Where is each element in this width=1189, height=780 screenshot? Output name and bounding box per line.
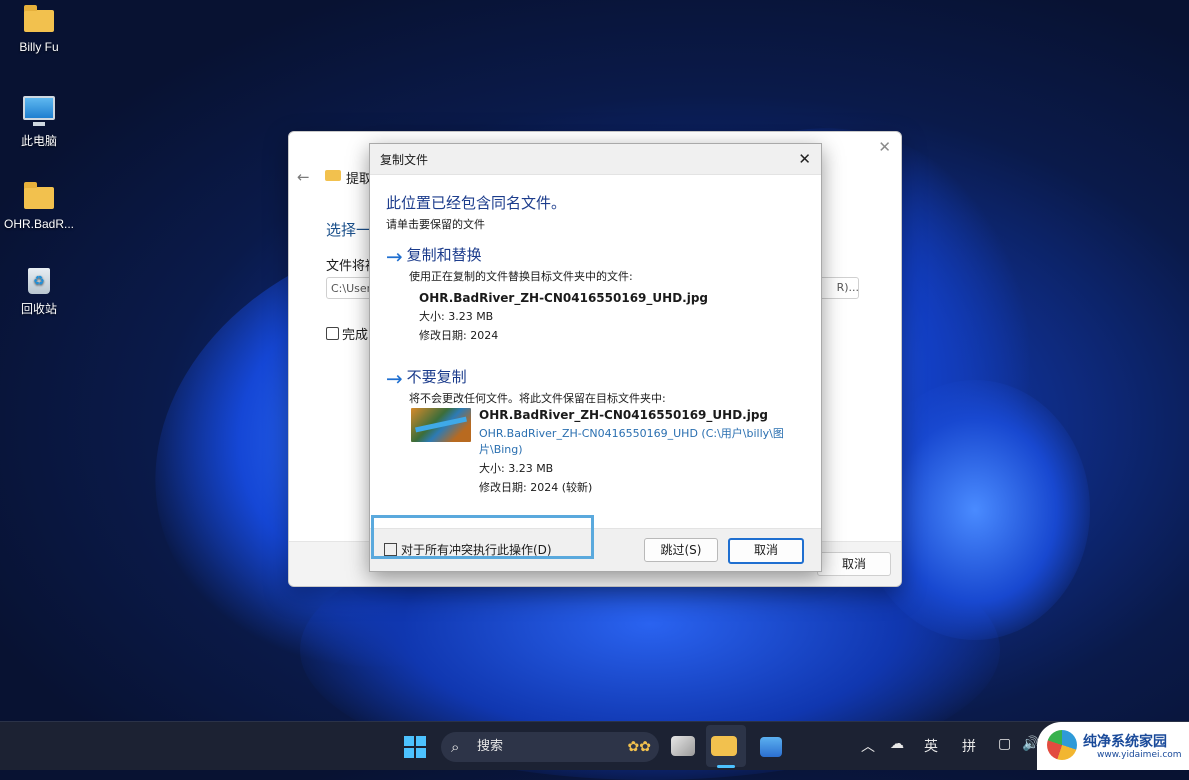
checkbox-label: 对于所有冲突执行此操作(D) — [401, 543, 552, 557]
file-date: 修改日期: 2024 — [419, 328, 499, 342]
ime-language[interactable]: 英 — [924, 736, 938, 756]
dialog-footer: 对于所有冲突执行此操作(D) 跳过(S) 取消 — [370, 515, 821, 571]
checkbox-icon — [384, 543, 397, 556]
page-title: 选择一 — [326, 221, 372, 239]
file-size: 大小: 3.23 MB — [479, 462, 554, 475]
file-size: 大小: 3.23 MB — [419, 309, 494, 323]
checkbox-label: 完成 — [342, 328, 369, 343]
dialog-subheading: 请单击要保留的文件 — [386, 218, 485, 231]
chevron-up-icon[interactable]: ︿ — [861, 736, 875, 756]
dialog-title: 复制文件 — [380, 152, 429, 167]
file-name: OHR.BadRiver_ZH-CN0416550169_UHD.jpg — [479, 408, 769, 422]
watermark-url: www.yidaimei.com — [1097, 750, 1182, 760]
watermark-logo: 纯净系统家园 www.yidaimei.com — [1037, 722, 1189, 770]
desktop-icon-label: 回收站 — [20, 302, 57, 316]
file-explorer-icon[interactable] — [711, 736, 737, 756]
copy-file-dialog: 复制文件 ✕ 此位置已经包含同名文件。 请单击要保留的文件 → 复制和替换 使用… — [369, 143, 822, 572]
desktop-icon-label: OHR.BadR... — [3, 217, 75, 231]
folder-icon — [24, 5, 54, 32]
option-description: 将不会更改任何文件。将此文件保留在目标文件夹中: — [409, 391, 666, 405]
ime-mode[interactable]: 拼 — [962, 736, 976, 756]
cloud-icon[interactable]: ☁ — [890, 736, 904, 752]
search-icon: ⌕ — [451, 738, 460, 756]
desktop-icon-billy-fu[interactable]: Billy Fu — [0, 5, 78, 54]
image-thumbnail — [411, 408, 471, 442]
recycle-bin-icon: ♻ — [28, 268, 50, 294]
option-title: 复制和替换 — [406, 246, 482, 264]
apply-to-all-checkbox[interactable]: 对于所有冲突执行此操作(D) — [384, 541, 552, 558]
cancel-button[interactable]: 取消 — [817, 552, 891, 576]
arrow-right-icon: → — [386, 366, 403, 391]
file-name: OHR.BadRiver_ZH-CN0416550169_UHD.jpg — [419, 290, 709, 305]
option-title: 不要复制 — [406, 368, 467, 386]
network-icon[interactable]: ▢ — [998, 736, 1011, 752]
dont-copy-option[interactable]: → 不要复制 将不会更改任何文件。将此文件保留在目标文件夹中: OHR.BadR… — [386, 366, 784, 494]
task-view-icon[interactable] — [671, 736, 695, 756]
taskbar: ⌕ 搜索 ✿✿ ︿ ☁ 英 拼 ▢ 🔊 纯净系统家园 www.yidaimei.… — [0, 721, 1189, 770]
cancel-button[interactable]: 取消 — [728, 538, 804, 564]
desktop-icon-recycle-bin[interactable]: ♻ 回收站 — [0, 268, 78, 317]
taskbar-search[interactable]: ⌕ 搜索 ✿✿ — [441, 732, 659, 762]
computer-icon — [23, 96, 55, 120]
zip-folder-icon — [24, 182, 54, 209]
desktop-icon-label: 此电脑 — [20, 134, 57, 148]
show-files-checkbox[interactable]: 完成 — [326, 324, 368, 343]
folder-icon — [325, 170, 341, 181]
search-highlight-icon: ✿✿ — [627, 739, 651, 755]
back-arrow-icon[interactable]: ← — [297, 168, 310, 186]
close-icon[interactable]: ✕ — [878, 138, 891, 156]
search-placeholder: 搜索 — [477, 739, 504, 754]
desktop-icon-label: Billy Fu — [19, 40, 59, 54]
option-description: 使用正在复制的文件替换目标文件夹中的文件: — [409, 269, 633, 283]
logo-icon — [1047, 730, 1077, 760]
copy-and-replace-option[interactable]: → 复制和替换 使用正在复制的文件替换目标文件夹中的文件: OHR.BadRiv… — [386, 244, 708, 343]
desktop-icon-this-pc[interactable]: 此电脑 — [0, 96, 78, 149]
dialog-heading: 此位置已经包含同名文件。 — [386, 194, 567, 212]
arrow-right-icon: → — [386, 244, 403, 269]
file-location: OHR.BadRiver_ZH-CN0416550169_UHD (C:\用户\… — [479, 427, 784, 456]
browse-button[interactable]: R)... — [837, 277, 859, 299]
watermark-name: 纯净系统家园 — [1083, 734, 1167, 750]
skip-button[interactable]: 跳过(S) — [644, 538, 718, 562]
title-bar: 复制文件 ✕ — [370, 144, 821, 175]
close-icon[interactable]: ✕ — [798, 150, 811, 168]
start-windows-icon[interactable] — [404, 736, 426, 758]
active-indicator — [717, 765, 735, 768]
file-date: 修改日期: 2024 (较新) — [479, 481, 593, 494]
checkbox-icon — [326, 327, 339, 340]
desktop-icon-zip[interactable]: OHR.BadR... — [0, 182, 78, 231]
store-icon[interactable] — [760, 737, 782, 757]
